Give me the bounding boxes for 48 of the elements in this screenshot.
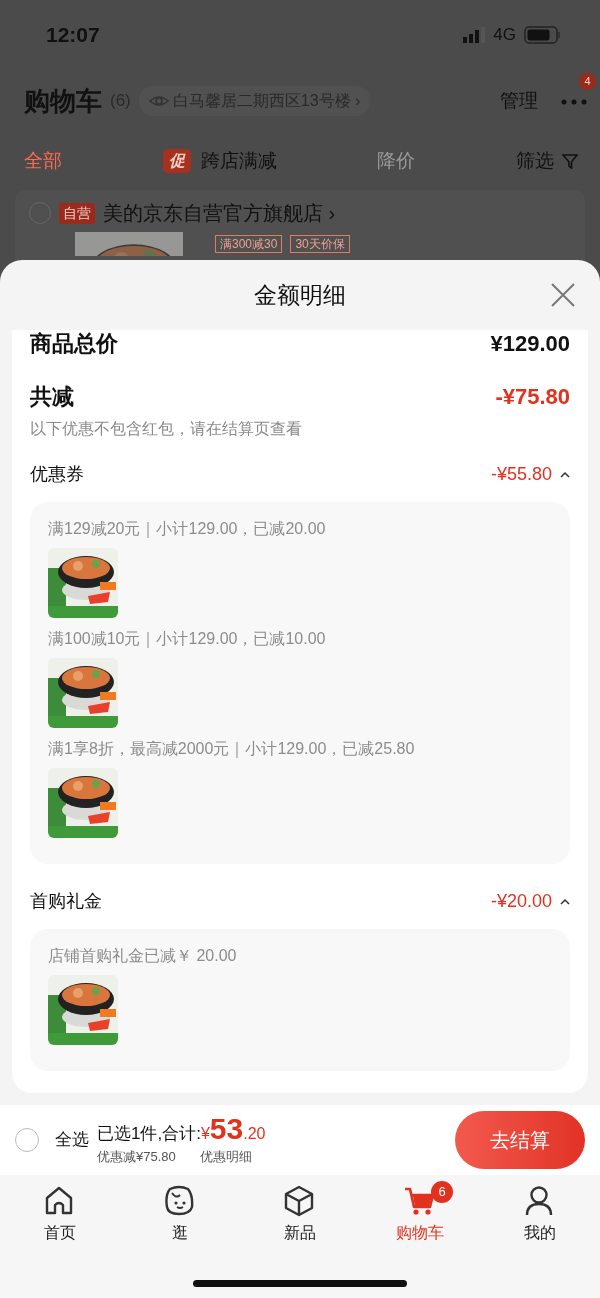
cube-icon xyxy=(284,1185,316,1217)
discount-detail: 店铺首购礼金已减￥ 20.00 xyxy=(48,946,238,966)
section-amount: -¥20.00 xyxy=(490,890,552,913)
tab-bar-item[interactable]: 新品 xyxy=(265,1185,335,1245)
eye-icon xyxy=(148,93,169,109)
section-amount: -¥55.80 xyxy=(490,463,552,486)
total-value: ¥129.00 xyxy=(490,329,570,358)
sheet-title: 金额明细 xyxy=(254,280,346,310)
smiley-face-icon xyxy=(164,1185,196,1217)
store-name[interactable]: 美的京东自营官方旗舰店 › xyxy=(103,198,336,228)
notification-badge: 4 xyxy=(579,73,596,90)
discount-detail: 满100减10元｜小计129.00，已减10.00 xyxy=(48,629,327,650)
section-title: 优惠券 xyxy=(30,463,84,486)
filter-tab[interactable]: 全部 xyxy=(24,146,62,176)
promo-tag: 满300减30 xyxy=(215,235,283,253)
battery-icon xyxy=(524,26,560,44)
filter-tab[interactable]: 促 跨店满减 xyxy=(162,146,277,176)
cart-count-badge: 6 xyxy=(431,1181,453,1203)
close-button[interactable] xyxy=(550,282,576,308)
tab-bar-item[interactable]: 首页 xyxy=(25,1185,95,1245)
total-price: ¥53.20 xyxy=(200,1114,266,1146)
discount-detail: 满129减20元｜小计129.00，已减20.00 xyxy=(48,519,327,540)
more-icon[interactable] xyxy=(560,97,588,106)
reduction-label: 共减 xyxy=(30,383,74,411)
filter-icon xyxy=(561,153,578,169)
discount-detail: 满1享8折，最高减2000元｜小计129.00，已减25.80 xyxy=(48,739,416,760)
promo-tag: 30天价保 xyxy=(290,235,350,253)
page-title: 购物车 xyxy=(24,84,102,118)
section-title: 首购礼金 xyxy=(30,890,102,913)
promo-tag: 促 xyxy=(162,149,191,173)
reduction-value: -¥75.80 xyxy=(495,383,570,411)
cart-icon xyxy=(404,1185,436,1217)
chevron-up-icon[interactable] xyxy=(560,470,570,479)
tab-bar-item[interactable]: 我的 xyxy=(505,1185,575,1245)
selection-summary: 已选1件,合计: xyxy=(97,1123,201,1145)
reduction-note: 以下优惠不包含红包，请在结算页查看 xyxy=(30,419,303,439)
chevron-up-icon[interactable] xyxy=(560,897,570,906)
discount-details-link[interactable]: 优惠明细 xyxy=(199,1146,252,1166)
self-operated-tag: 自营 xyxy=(59,202,95,224)
select-all-label: 全选 xyxy=(55,1129,89,1152)
total-label: 商品总价 xyxy=(30,329,118,358)
signal-icon xyxy=(463,27,486,43)
tab-bar-item[interactable]: 逛 xyxy=(145,1185,215,1245)
network-label: 4G xyxy=(493,24,516,47)
checkout-button[interactable]: 去结算 xyxy=(455,1111,585,1169)
discount-summary: 优惠减¥75.80 xyxy=(97,1147,176,1166)
status-time: 12:07 xyxy=(46,22,100,49)
close-icon xyxy=(550,282,576,308)
